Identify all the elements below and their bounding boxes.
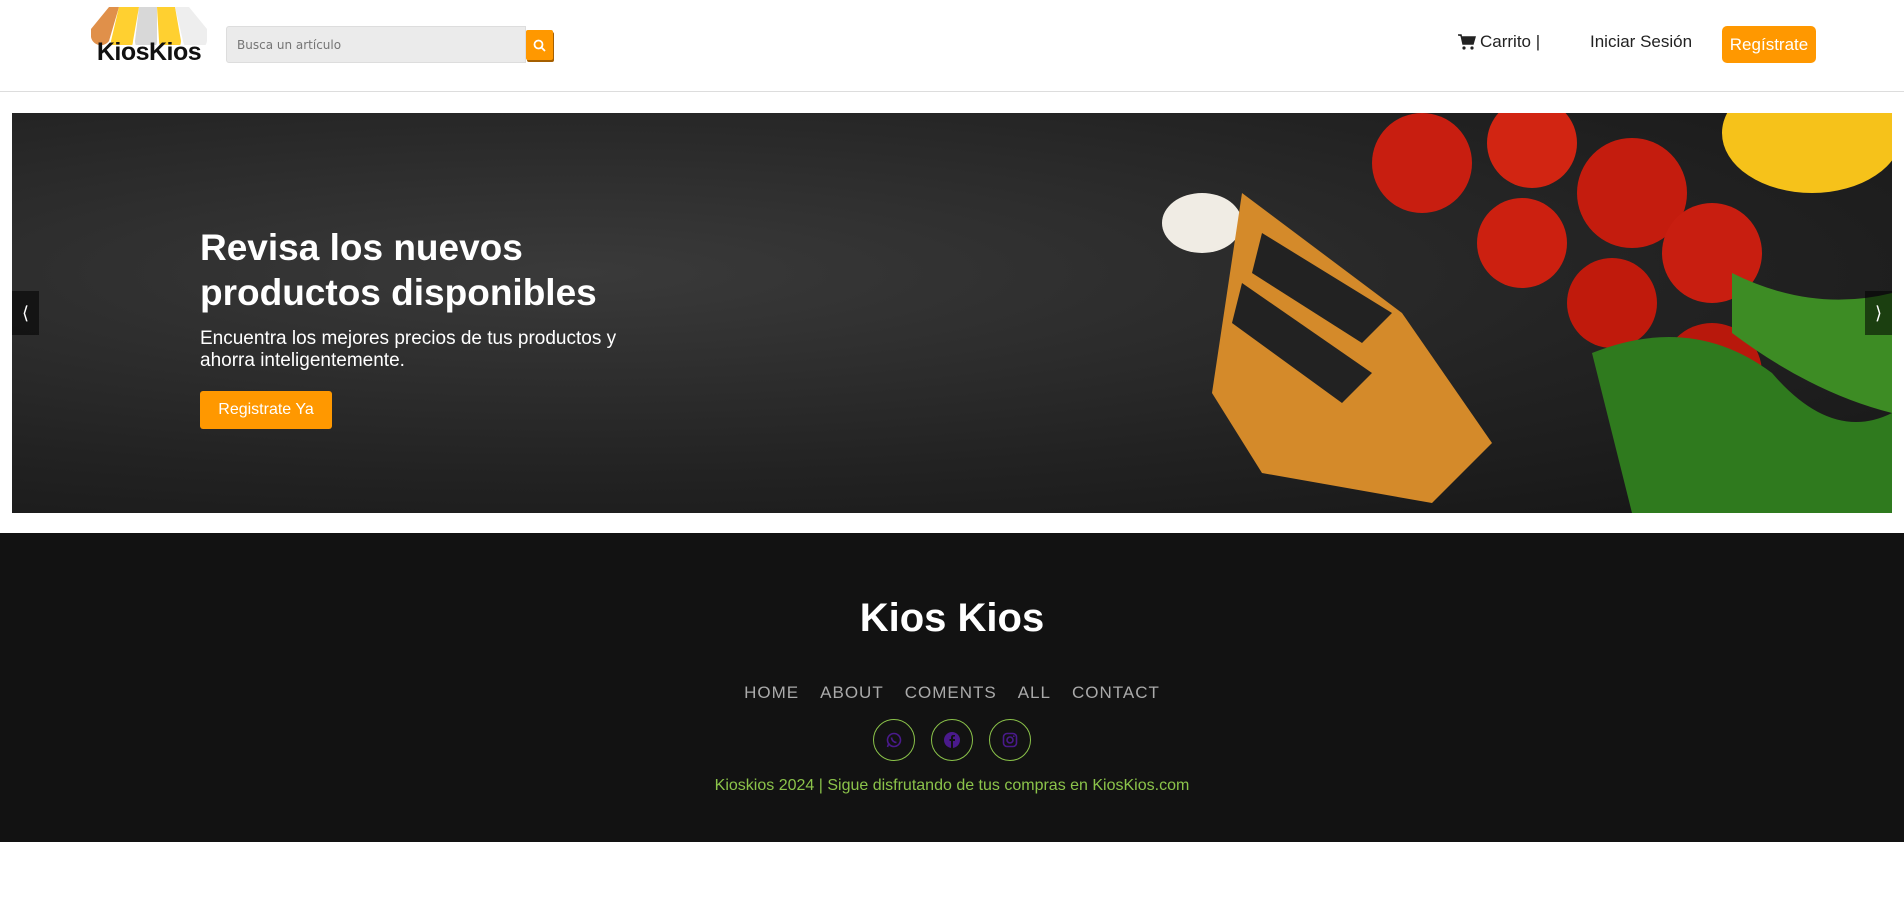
cart-icon [1458,34,1476,50]
banner-subtitle: Encuentra los mejores precios de tus pro… [200,328,617,371]
footer-link-contact[interactable]: CONTACT [1072,683,1160,703]
login-link[interactable]: Iniciar Sesión [1590,32,1692,52]
hero-carousel: ⟨ ⟩ Revisa los nuevos productos disponib… [12,113,1892,513]
facebook-icon [944,732,960,748]
footer-link-coments[interactable]: COMENTS [905,683,997,703]
footer-link-about[interactable]: ABOUT [820,683,884,703]
header: KiosKios Carrito | Iniciar Sesión Regíst… [0,0,1904,92]
carousel-prev-button[interactable]: ⟨ [12,291,39,335]
search-icon [533,39,546,52]
logo[interactable]: KiosKios [91,5,208,67]
logo-text: KiosKios [96,38,202,66]
banner-title: Revisa los nuevos productos disponibles [200,227,597,313]
register-now-button[interactable]: Registrate Ya [200,391,332,429]
carousel-next-button[interactable]: ⟩ [1865,291,1892,335]
footer-title: Kios Kios [859,596,1045,640]
social-links [0,719,1904,761]
footer-link-home[interactable]: HOME [744,683,799,703]
copyright-text: Kioskios 2024 | Sigue disfrutando de tus… [714,777,1190,794]
footer-link-all[interactable]: ALL [1018,683,1051,703]
cart-link[interactable]: Carrito | [1458,32,1540,52]
search-button[interactable] [526,30,553,60]
search-input[interactable] [226,26,526,63]
whatsapp-icon [886,732,902,748]
cart-label: Carrito | [1480,32,1541,51]
footer: Kios Kios HOME ABOUT COMENTS ALL CONTACT… [0,533,1904,842]
instagram-button[interactable] [989,719,1031,761]
facebook-button[interactable] [931,719,973,761]
whatsapp-button[interactable] [873,719,915,761]
instagram-icon [1002,732,1018,748]
register-button[interactable]: Regístrate [1722,26,1816,63]
footer-nav: HOME ABOUT COMENTS ALL CONTACT [0,683,1904,703]
